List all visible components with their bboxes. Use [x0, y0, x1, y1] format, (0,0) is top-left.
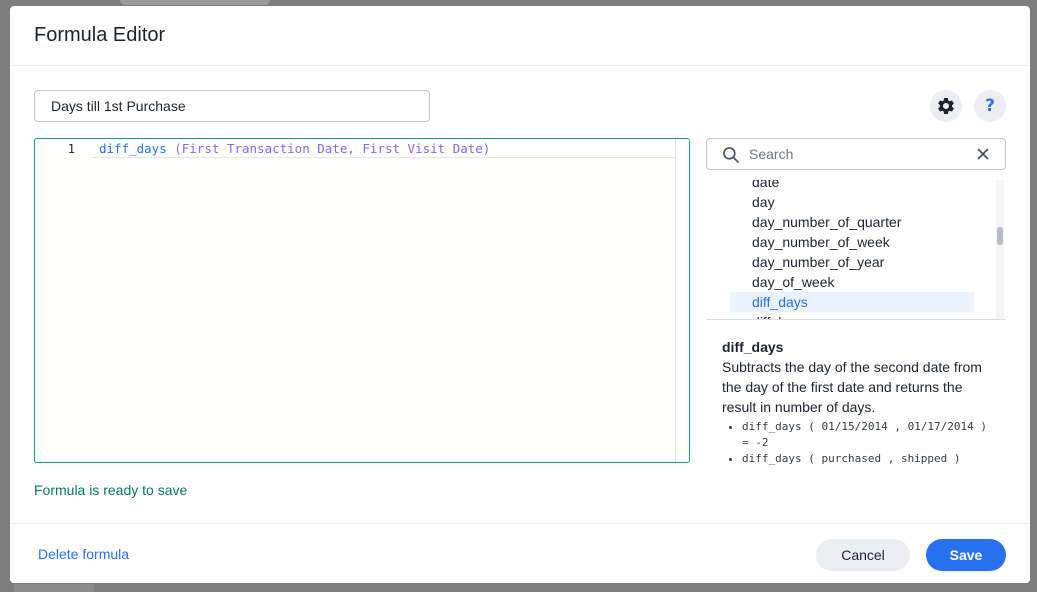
help-button[interactable]: ?	[974, 90, 1006, 122]
function-item-day[interactable]: day	[730, 192, 974, 212]
background-tab	[120, 0, 270, 5]
example-item: diff_days ( purchased , shipped )	[742, 451, 992, 467]
formula-code-editor[interactable]: 1 diff_days (First Transaction Date, Fir…	[34, 138, 690, 463]
example-item: diff_days ( 01/15/2014 , 01/17/2014 ) = …	[742, 419, 992, 451]
function-item-day-number-of-year[interactable]: day_number_of_year	[730, 252, 974, 272]
modal-title: Formula Editor	[34, 24, 166, 46]
code-arguments: (First Transaction Date, First Visit Dat…	[166, 141, 491, 156]
line-number: 1	[67, 142, 75, 156]
modal-footer: Delete formula Cancel Save	[10, 523, 1030, 583]
question-mark-icon: ?	[985, 96, 995, 116]
function-item-date[interactable]: date	[730, 180, 974, 192]
description-text: Subtracts the day of the second date fro…	[722, 359, 982, 415]
formula-editor-modal: Formula Editor ? 1 diff_days (First Tran…	[10, 6, 1030, 583]
function-list: date day day_number_of_quarter day_numbe…	[706, 180, 1006, 320]
search-input[interactable]	[749, 143, 969, 165]
line-number-gutter: 1	[35, 139, 91, 462]
gear-icon	[938, 97, 954, 114]
close-icon[interactable]	[973, 144, 993, 164]
validation-status: Formula is ready to save	[34, 482, 188, 498]
background-fragment	[14, 584, 94, 592]
code-line[interactable]: diff_days (First Transaction Date, First…	[91, 139, 689, 158]
description-examples: diff_days ( 01/15/2014 , 01/17/2014 ) = …	[722, 419, 992, 467]
function-item-diff-days[interactable]: diff_days	[730, 292, 974, 312]
search-icon	[723, 147, 739, 163]
cancel-button[interactable]: Cancel	[816, 539, 910, 571]
function-item-day-number-of-quarter[interactable]: day_number_of_quarter	[730, 212, 974, 232]
editor-scrollbar[interactable]	[675, 139, 689, 462]
description-title: diff_days	[722, 339, 784, 355]
save-button[interactable]: Save	[926, 539, 1006, 571]
modal-header: Formula Editor	[10, 6, 1030, 66]
function-list-scrollbar-thumb[interactable]	[997, 227, 1003, 245]
function-item-day-of-week[interactable]: day_of_week	[730, 272, 974, 292]
function-item-diff-hours[interactable]: diff_hours	[730, 312, 974, 319]
code-function-name: diff_days	[99, 141, 167, 156]
function-list-scrollbar[interactable]	[996, 180, 1004, 319]
function-description: diff_days Subtracts the day of the secon…	[722, 337, 992, 467]
function-search[interactable]	[706, 138, 1006, 170]
function-item-day-number-of-week[interactable]: day_number_of_week	[730, 232, 974, 252]
settings-button[interactable]	[930, 90, 962, 122]
delete-formula-link[interactable]: Delete formula	[38, 546, 129, 562]
formula-name-input[interactable]	[34, 90, 430, 122]
